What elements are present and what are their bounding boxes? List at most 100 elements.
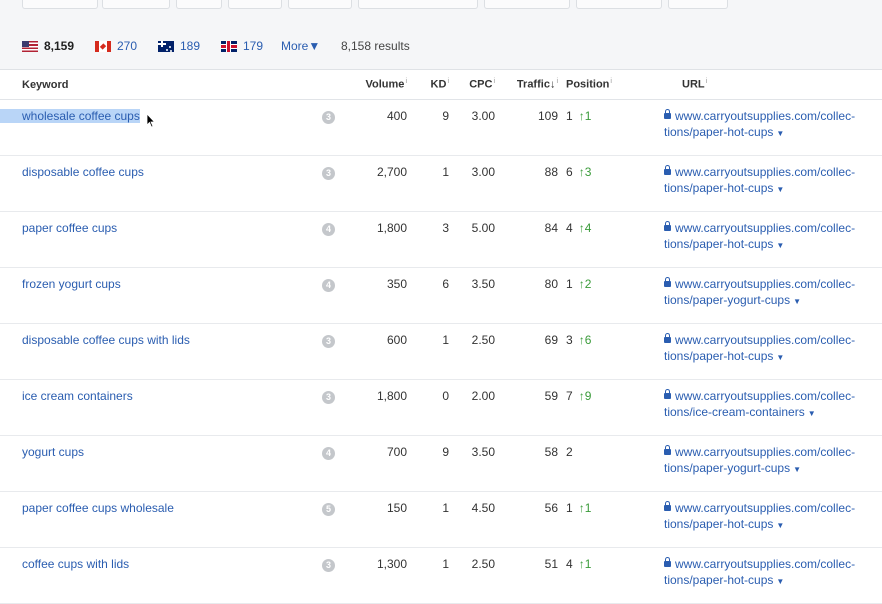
toolbar-button[interactable] [576,0,662,9]
url-link-cont[interactable]: tions/paper-yogurt-cups [664,461,790,475]
url-link-cont[interactable]: tions/ice-cream-containers [664,405,805,419]
kd-cell: 1 [407,155,449,212]
url-link[interactable]: www.carryoutsupplies.com/collec- [675,221,855,235]
url-link[interactable]: www.carryoutsupplies.com/collec- [675,445,855,459]
chevron-down-icon[interactable]: ▼ [776,353,784,362]
url-link[interactable]: www.carryoutsupplies.com/collec- [675,165,855,179]
chevron-down-icon[interactable]: ▼ [776,241,784,250]
url-link[interactable]: www.carryoutsupplies.com/collec- [675,277,855,291]
position-cell: 1 ↑1 [558,491,658,548]
serp-features-badge[interactable]: 3 [322,111,335,124]
us-flag-icon [22,40,38,52]
table-row: wholesale coffee cups 3 400 9 3.00 109 1 ↑1 www.… [0,99,882,156]
cpc-cell: 4.50 [449,491,495,548]
toolbar-button[interactable] [228,0,282,9]
serp-features-badge[interactable]: 4 [322,223,335,236]
volume-cell: 400 [352,99,407,156]
col-position[interactable]: Positioni [558,70,658,100]
col-volume[interactable]: Volumei [352,70,407,100]
col-kd-label: KD [430,78,447,91]
url-link-cont[interactable]: tions/paper-hot-cups [664,349,773,363]
url-link[interactable]: www.carryoutsupplies.com/collec- [675,501,855,515]
toolbar-button[interactable] [668,0,728,9]
info-icon[interactable]: i [493,78,495,85]
url-cell: www.carryoutsupplies.com/collec-tions/pa… [658,155,882,212]
url-link-cont[interactable]: tions/paper-yogurt-cups [664,293,790,307]
results-count: 8,158 results [341,38,410,54]
url-cell: www.carryoutsupplies.com/collec-tions/pa… [658,323,882,380]
col-cpc-label: CPC [469,78,493,91]
url-link[interactable]: www.carryoutsupplies.com/collec- [675,557,855,571]
url-link-cont[interactable]: tions/paper-hot-cups [664,237,773,251]
keyword-link[interactable]: ice cream containers [0,389,133,403]
toolbar-button[interactable] [176,0,222,9]
position-value: 7 [566,389,573,403]
serp-cell: 3 [322,99,352,156]
serp-cell: 3 [322,547,352,604]
serp-features-badge[interactable]: 3 [322,335,335,348]
keyword-link[interactable]: disposable coffee cups with lids [0,333,190,347]
chevron-down-icon[interactable]: ▼ [776,577,784,586]
serp-features-badge[interactable]: 3 [322,559,335,572]
info-icon[interactable]: i [706,78,708,85]
url-link-cont[interactable]: tions/paper-hot-cups [664,181,773,195]
info-icon[interactable]: i [405,78,407,85]
toolbar-button[interactable] [288,0,352,9]
keyword-cell: ice cream containers [0,379,322,436]
serp-features-badge[interactable]: 3 [322,167,335,180]
keyword-link[interactable]: paper coffee cups wholesale [0,501,174,515]
chevron-down-icon[interactable]: ▼ [776,129,784,138]
kd-cell: 1 [407,547,449,604]
info-icon[interactable]: i [447,78,449,85]
more-countries-button[interactable]: More ▼ [281,38,320,54]
keyword-link[interactable]: coffee cups with lids [0,557,129,571]
url-link-cont[interactable]: tions/paper-hot-cups [664,125,773,139]
serp-features-badge[interactable]: 5 [322,503,335,516]
position-value: 3 [566,333,573,347]
country-us[interactable]: 8,159 [22,38,74,54]
position-change: ↑9 [578,389,592,403]
col-position-label: Position [566,78,610,91]
col-keyword[interactable]: Keyword [0,70,322,100]
country-au[interactable]: 189 [158,38,200,54]
country-uk[interactable]: 179 [221,38,263,54]
toolbar-button[interactable] [22,0,98,9]
keyword-link[interactable]: frozen yogurt cups [0,277,121,291]
col-url[interactable]: URLi [658,70,882,100]
lock-icon [664,109,671,119]
toolbar-button[interactable] [484,0,570,9]
keyword-link[interactable]: paper coffee cups [0,221,117,235]
keyword-link[interactable]: wholesale coffee cups [0,109,140,123]
col-kd[interactable]: KDi [407,70,449,100]
chevron-down-icon[interactable]: ▼ [776,521,784,530]
col-cpc[interactable]: CPCi [449,70,495,100]
toolbar-button[interactable] [102,0,170,9]
url-link[interactable]: www.carryoutsupplies.com/collec- [675,389,855,403]
serp-features-badge[interactable]: 4 [322,279,335,292]
url-link[interactable]: www.carryoutsupplies.com/collec- [675,333,855,347]
serp-cell: 4 [322,267,352,324]
au-flag-icon [158,40,174,52]
url-link-cont[interactable]: tions/paper-hot-cups [664,517,773,531]
keyword-link[interactable]: yogurt cups [0,445,84,459]
info-icon[interactable]: i [610,78,612,85]
country-count: 270 [117,39,138,53]
chevron-down-icon[interactable]: ▼ [776,185,784,194]
keyword-link[interactable]: disposable coffee cups [0,165,144,179]
col-traffic[interactable]: Traffic↓i [495,70,558,100]
serp-features-badge[interactable]: 4 [322,447,335,460]
info-icon[interactable]: i [556,78,558,85]
position-cell: 4 ↑4 [558,211,658,268]
traffic-cell: 56 [495,491,558,548]
chevron-down-icon[interactable]: ▼ [808,409,816,418]
chevron-down-icon[interactable]: ▼ [793,465,801,474]
url-link[interactable]: www.carryoutsupplies.com/collec- [675,109,855,123]
toolbar-button[interactable] [358,0,478,9]
traffic-cell: 59 [495,379,558,436]
chevron-down-icon[interactable]: ▼ [793,297,801,306]
country-ca[interactable]: 270 [95,38,137,54]
traffic-cell: 69 [495,323,558,380]
position-cell: 1 ↑1 [558,99,658,156]
url-link-cont[interactable]: tions/paper-hot-cups [664,573,773,587]
serp-features-badge[interactable]: 3 [322,391,335,404]
